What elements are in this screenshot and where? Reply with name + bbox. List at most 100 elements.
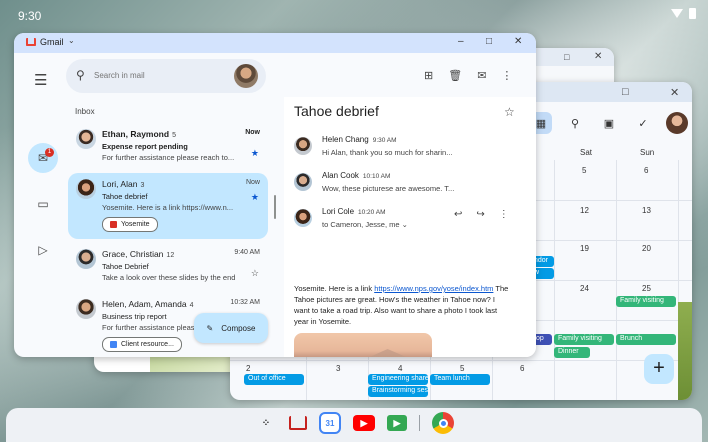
message-time: 10:20 AM [358, 209, 386, 216]
email-subject: Tahoe Debrief [102, 262, 149, 271]
rail-chat[interactable]: ▭ [28, 189, 58, 219]
calendar-event[interactable]: Family visiting [554, 334, 614, 345]
star-icon[interactable]: ☆ [251, 268, 259, 279]
calendar-event[interactable]: Brainstorming ses [368, 386, 428, 397]
star-icon[interactable]: ★ [251, 148, 259, 159]
chevron-down-icon[interactable]: ⌄ [68, 36, 75, 45]
today-icon[interactable]: ▣ [598, 112, 620, 134]
message-snippet: Hi Alan, thank you so much for sharin... [322, 148, 453, 157]
day-header: Sun [640, 148, 655, 157]
launcher-icon[interactable]: ⁘ [255, 412, 277, 434]
delete-icon[interactable]: 🗑 [448, 69, 462, 82]
gmail-titlebar[interactable]: Gmail ⌄ – □ ✕ [14, 33, 536, 53]
mail-icon[interactable]: ✉ [477, 69, 486, 82]
create-event-button[interactable]: + [644, 354, 674, 384]
date-cell[interactable]: 3 [336, 364, 340, 373]
rail-meet[interactable]: ▷ [28, 235, 58, 265]
calendar-event[interactable]: Team lunch [430, 374, 490, 385]
meet-icon[interactable]: ▶ [387, 415, 407, 431]
attachment-name: Yosemite [121, 221, 150, 228]
close-icon[interactable]: ✕ [514, 36, 522, 47]
date-cell[interactable]: 6 [644, 166, 648, 175]
message-time: 9:30 AM [372, 137, 397, 144]
search-input[interactable] [94, 71, 224, 80]
avatar [76, 129, 96, 149]
email-item[interactable]: Lori, Alan 3 Now Tahoe debrief Yosemite. … [68, 173, 268, 239]
more-icon[interactable]: ⋮ [499, 209, 509, 220]
chrome-icon[interactable] [432, 412, 454, 434]
date-cell[interactable]: 24 [580, 284, 589, 293]
forward-icon[interactable]: ↪ [476, 209, 484, 220]
email-time: 9:40 AM [234, 249, 260, 256]
maximize-icon[interactable]: □ [622, 86, 629, 98]
minimize-icon[interactable]: – [458, 36, 464, 47]
rail-mail[interactable]: ✉ 1 [28, 143, 58, 173]
close-icon[interactable]: ✕ [670, 86, 679, 99]
date-cell[interactable]: 19 [580, 244, 589, 253]
gmail-icon[interactable] [289, 416, 307, 430]
sender: Lori, Alan [102, 179, 138, 189]
email-snippet: For further assistance please reach to..… [102, 153, 235, 162]
scrollbar[interactable] [274, 195, 276, 219]
compose-button[interactable]: ✎ Compose [194, 313, 268, 343]
thread-count: 3 [140, 182, 145, 189]
thread-count: 4 [189, 302, 194, 309]
avatar [294, 137, 312, 155]
app-dock: ⁘ 31 ▶ ▶ [255, 412, 454, 434]
maximize-icon[interactable]: □ [564, 52, 569, 62]
compose-label: Compose [221, 323, 256, 333]
archive-icon[interactable]: ⊞ [424, 69, 433, 82]
attachment-chip[interactable]: Client resource... [102, 337, 182, 352]
calendar-event[interactable]: Engineering share [368, 374, 428, 385]
avatar [294, 209, 312, 227]
calendar-event[interactable]: Dinner [554, 347, 590, 358]
date-cell[interactable]: 20 [642, 244, 651, 253]
star-icon[interactable]: ★ [251, 192, 259, 203]
recipients: to Cameron, Jesse, me [322, 220, 400, 229]
maximize-icon[interactable]: □ [486, 36, 492, 47]
email-item[interactable]: Ethan, Raymond 5 Now Expense report pendi… [68, 123, 268, 168]
search-icon[interactable]: ⚲ [76, 68, 85, 82]
email-subject: Expense report pending [102, 142, 188, 151]
gmail-window[interactable]: Gmail ⌄ – □ ✕ ☰ ⚲ ⊞ 🗑 ✉ ⋮ ✉1 ▭ ▷ Inbox E… [14, 33, 536, 357]
calendar-event[interactable]: Brunch [616, 334, 676, 345]
date-cell[interactable]: 4 [398, 364, 402, 373]
task-icon[interactable]: ✓ [632, 112, 654, 134]
clock: 9:30 [18, 9, 42, 23]
account-avatar[interactable] [234, 64, 258, 88]
menu-icon[interactable]: ☰ [34, 71, 47, 89]
gmail-logo-icon [26, 38, 36, 46]
email-snippet: Take a look over these slides by the end [102, 273, 236, 282]
reply-icon[interactable]: ↩ [454, 209, 462, 220]
email-time: Now [245, 179, 260, 186]
search-icon[interactable]: ⚲ [564, 112, 586, 134]
date-cell[interactable]: 5 [460, 364, 464, 373]
yosemite-photo[interactable] [294, 333, 432, 357]
status-bar: 9:30 [0, 0, 708, 28]
body-link[interactable]: https://www.nps.gov/yose/index.htm [374, 284, 493, 293]
close-icon[interactable]: ✕ [594, 51, 602, 62]
youtube-icon[interactable]: ▶ [353, 415, 375, 431]
attachment-chip[interactable]: Yosemite [102, 217, 158, 232]
avatar [294, 173, 312, 191]
search-bar[interactable]: ⚲ [66, 59, 266, 93]
date-cell[interactable]: 2 [246, 364, 250, 373]
date-cell[interactable]: 13 [642, 206, 651, 215]
calendar-event[interactable]: Family visiting [616, 296, 676, 307]
date-cell[interactable]: 12 [580, 206, 589, 215]
more-icon[interactable]: ⋮ [501, 69, 512, 82]
day-header: Sat [580, 148, 593, 157]
star-icon[interactable]: ☆ [504, 105, 515, 119]
chevron-down-icon[interactable]: ⌄ [402, 220, 408, 229]
avatar [76, 249, 96, 269]
calendar-icon[interactable]: 31 [319, 412, 341, 434]
message-snippet: Wow, these picturese are awesome. T... [322, 184, 455, 193]
date-cell[interactable]: 6 [520, 364, 524, 373]
avatar[interactable] [666, 112, 688, 134]
date-cell[interactable]: 25 [642, 284, 651, 293]
body-text: Yosemite. Here is a link [294, 284, 375, 293]
attachment-name: Client resource... [121, 341, 174, 348]
date-cell[interactable]: 5 [582, 166, 586, 175]
email-item[interactable]: Grace, Christian 12 9:40 AM Tahoe Debrief… [68, 243, 268, 288]
calendar-event[interactable]: Out of office [244, 374, 304, 385]
